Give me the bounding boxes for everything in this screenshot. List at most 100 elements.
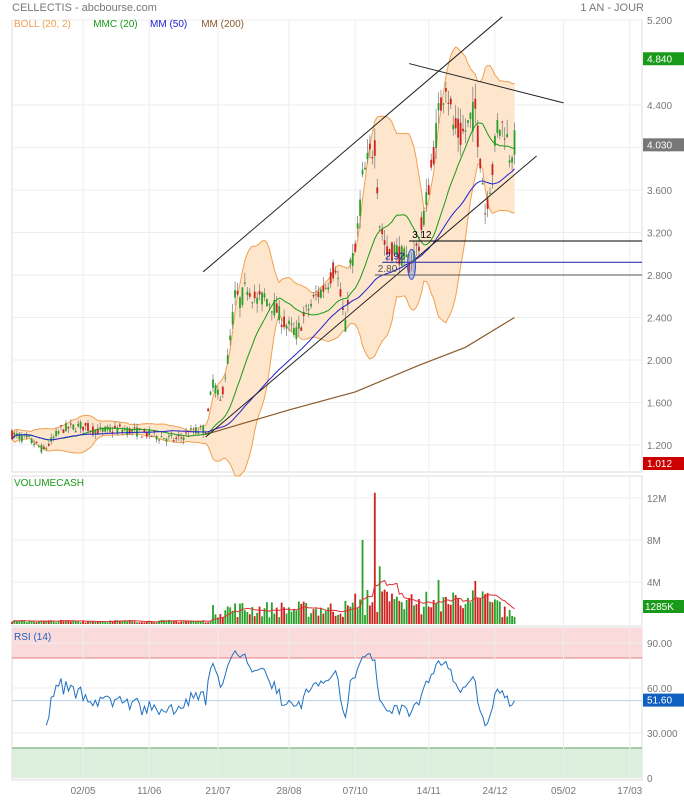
- volume-bar: [153, 622, 156, 624]
- chart-container: CELLECTIS - abcbourse.com 1 AN - JOUR 5.…: [0, 0, 684, 800]
- volume-bar: [351, 602, 354, 624]
- candle: [182, 437, 185, 440]
- candle: [214, 385, 217, 394]
- volume-bar: [489, 601, 491, 624]
- volume-bar: [74, 621, 77, 624]
- volume-bar: [494, 599, 496, 624]
- volume-bar: [413, 605, 415, 624]
- volume-bar: [332, 611, 335, 624]
- candle: [349, 259, 352, 264]
- candle: [462, 128, 464, 132]
- candle: [319, 289, 322, 298]
- candle: [430, 159, 433, 168]
- candle: [484, 213, 487, 215]
- volume-bar: [459, 605, 462, 624]
- candle: [231, 312, 234, 325]
- candle: [207, 408, 210, 411]
- volume-bar: [261, 616, 263, 624]
- price-tick-label: 3.600: [647, 186, 672, 197]
- volume-bar: [327, 607, 330, 624]
- volume-bar: [508, 610, 511, 624]
- volume-bar: [106, 622, 109, 624]
- candle: [496, 119, 499, 134]
- volume-bar: [204, 622, 207, 624]
- volume-bar: [109, 620, 111, 624]
- candle: [297, 322, 300, 329]
- volume-bar: [339, 613, 342, 624]
- candle: [486, 198, 489, 209]
- volume-bar: [278, 617, 281, 624]
- candle: [241, 287, 244, 305]
- volume-bar: [293, 609, 295, 624]
- volume-bar: [172, 620, 175, 624]
- price-tick-label: 2.800: [647, 271, 672, 282]
- candle: [45, 448, 48, 450]
- candle: [69, 423, 72, 425]
- volume-bar: [185, 621, 187, 624]
- candle: [315, 294, 317, 296]
- candle: [368, 143, 371, 150]
- volume-bar: [302, 601, 305, 624]
- candle: [471, 101, 474, 132]
- volume-bar: [418, 599, 420, 624]
- volume-bar: [239, 603, 241, 624]
- candle: [337, 278, 339, 280]
- candle: [373, 140, 376, 156]
- candle: [427, 185, 430, 195]
- last-value-text: 4.030: [647, 140, 672, 151]
- volume-bar: [440, 611, 442, 624]
- volume-bar: [141, 622, 143, 624]
- volume-bar: [212, 605, 214, 624]
- volume-bar: [315, 608, 317, 624]
- volume-bar: [324, 611, 327, 624]
- volume-bar: [403, 609, 406, 624]
- volume-bar: [256, 612, 259, 624]
- candle: [199, 426, 202, 428]
- candle: [344, 320, 347, 332]
- volume-bar: [310, 613, 312, 624]
- volume-bar: [408, 597, 411, 624]
- candle: [33, 443, 35, 446]
- candle: [464, 130, 467, 132]
- x-tick-label: 28/08: [276, 786, 301, 797]
- volume-bar: [280, 602, 283, 624]
- volume-bar: [305, 602, 308, 624]
- volume-bar: [319, 607, 322, 624]
- rsi-oversold-zone: [12, 748, 642, 778]
- candle: [422, 210, 425, 225]
- candle: [253, 291, 256, 299]
- candle: [503, 138, 506, 140]
- rsi-tick-label: 0: [647, 774, 653, 785]
- price-tick-label: 2.000: [647, 356, 672, 367]
- candle: [229, 335, 232, 341]
- volume-bar: [511, 616, 513, 624]
- volume-bar: [491, 602, 494, 624]
- price-tick-label: 1.200: [647, 441, 672, 452]
- volume-bar: [234, 603, 236, 624]
- volume-bar: [513, 616, 516, 624]
- volume-bar: [457, 597, 460, 624]
- volume-bar: [236, 617, 239, 624]
- candle: [246, 291, 249, 296]
- volume-bar: [126, 621, 129, 624]
- candle: [513, 130, 516, 155]
- candle: [13, 432, 16, 435]
- candle: [432, 147, 435, 164]
- volume-bar: [229, 607, 232, 624]
- volume-bar: [241, 603, 244, 624]
- volume-bar: [180, 621, 183, 624]
- volume-bar: [376, 611, 379, 624]
- volume-bar: [422, 606, 425, 624]
- volume-bar: [386, 591, 388, 624]
- candle: [123, 429, 126, 431]
- candle: [332, 262, 335, 279]
- candle: [459, 122, 462, 145]
- volume-bar: [35, 622, 38, 624]
- candle: [418, 246, 420, 251]
- volume-bar: [405, 599, 408, 624]
- volume-bar: [285, 613, 288, 624]
- price-tick-label: 5.200: [647, 16, 672, 27]
- candle: [437, 103, 440, 111]
- volume-bar: [334, 615, 337, 624]
- volume-bar: [317, 615, 320, 624]
